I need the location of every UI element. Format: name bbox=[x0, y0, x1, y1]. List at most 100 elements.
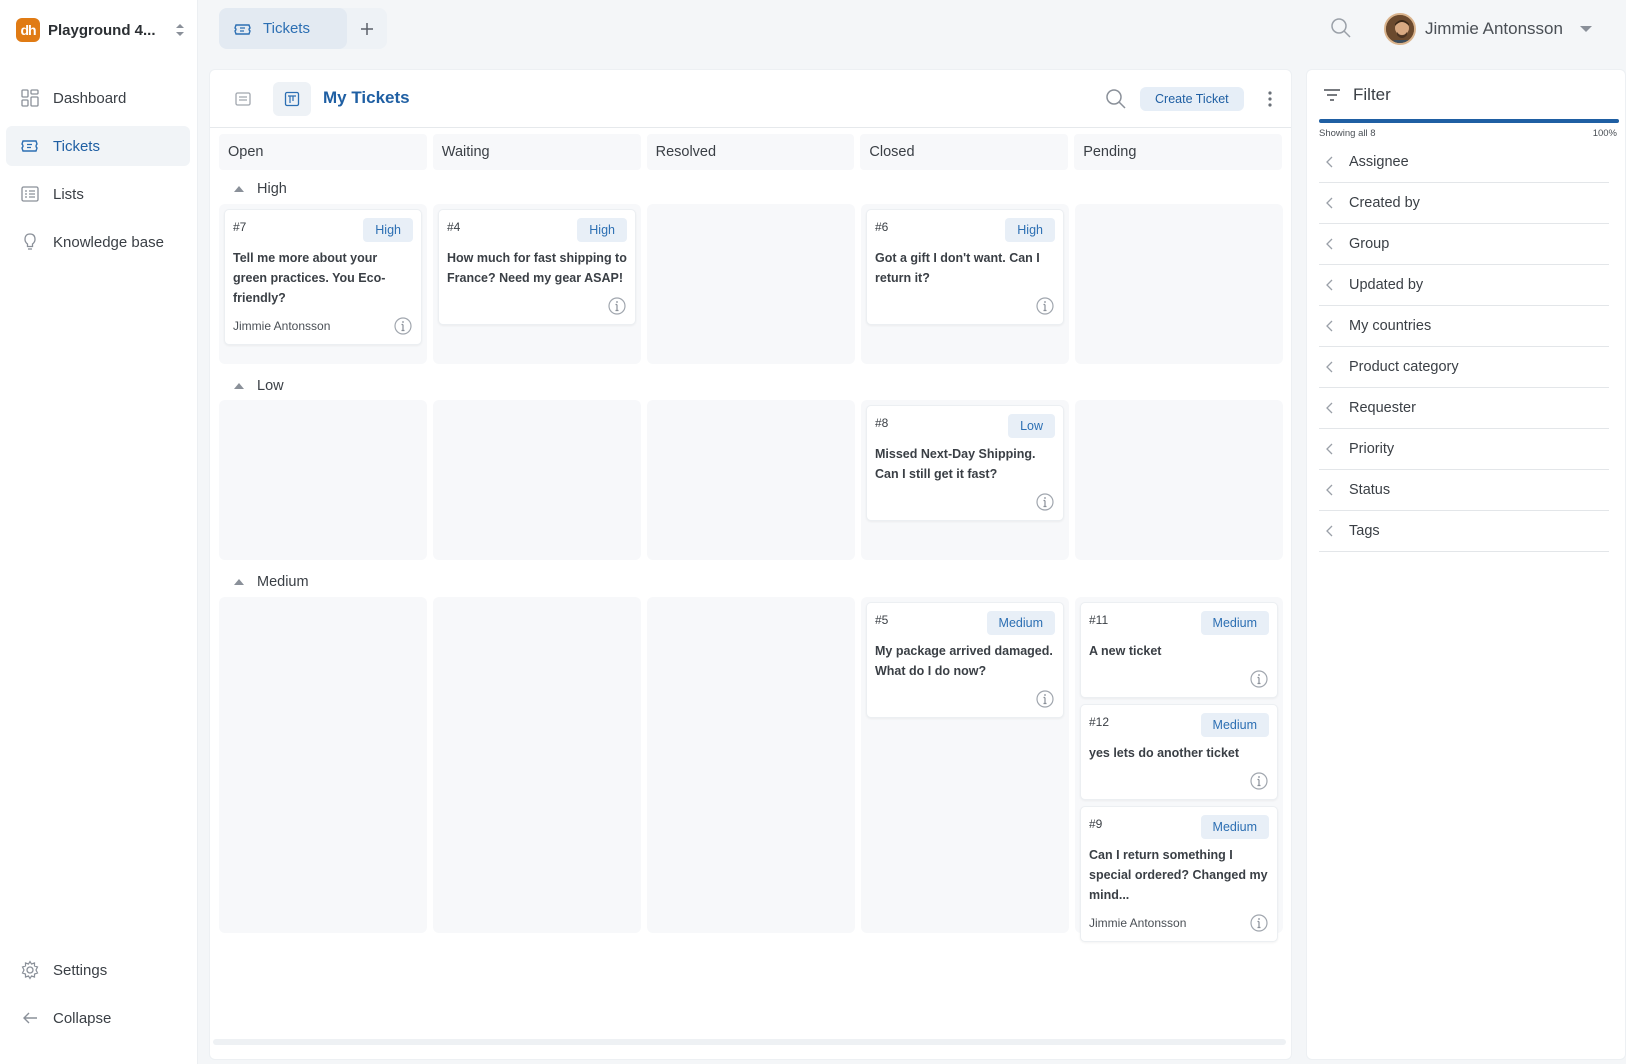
board-cell bbox=[219, 597, 427, 933]
horizontal-scrollbar[interactable] bbox=[213, 1039, 1286, 1045]
user-menu[interactable]: Jimmie Antonsson bbox=[1384, 12, 1593, 46]
filter-facet-requester[interactable]: Requester bbox=[1319, 388, 1609, 429]
info-icon[interactable] bbox=[1249, 913, 1269, 933]
group-toggle-low[interactable]: Low bbox=[233, 378, 284, 394]
ticket-assignee: Jimmie Antonsson bbox=[1089, 916, 1187, 930]
ticket-title: Can I return something I special ordered… bbox=[1089, 848, 1268, 902]
facet-label: Group bbox=[1349, 236, 1390, 252]
board-cell: #5 Medium My package arrived damaged. What… bbox=[861, 597, 1069, 933]
filter-facet-my-countries[interactable]: My countries bbox=[1319, 306, 1609, 347]
info-icon[interactable] bbox=[393, 316, 413, 336]
tickets-board-panel: My Tickets Create Ticket Open Waiting Reso… bbox=[209, 69, 1292, 1060]
sidebar-item-knowledge-base[interactable]: Knowledge base bbox=[6, 222, 190, 262]
sidebar-item-lists[interactable]: Lists bbox=[6, 174, 190, 214]
ticket-card[interactable]: #5 Medium My package arrived damaged. What… bbox=[866, 602, 1064, 718]
group-name: High bbox=[257, 181, 287, 197]
ticket-title: Tell me more about your green practices.… bbox=[233, 251, 386, 305]
filter-facet-product-category[interactable]: Product category bbox=[1319, 347, 1609, 388]
chevron-left-icon bbox=[1326, 443, 1333, 455]
board-cell bbox=[433, 400, 641, 560]
chevron-up-icon bbox=[234, 186, 244, 192]
avatar-portrait-icon bbox=[1386, 15, 1414, 43]
ticket-title: A new ticket bbox=[1089, 644, 1162, 658]
ticket-footer bbox=[875, 492, 1055, 512]
facet-label: Status bbox=[1349, 482, 1391, 498]
ticket-card[interactable]: #8 Low Missed Next-Day Shipping. Can I sti… bbox=[866, 405, 1064, 521]
sidebar-item-label: Collapse bbox=[53, 1009, 112, 1027]
board-cell bbox=[1075, 400, 1283, 560]
info-icon[interactable] bbox=[1249, 669, 1269, 689]
column-header-waiting: Waiting bbox=[432, 134, 641, 170]
column-header-resolved: Resolved bbox=[646, 134, 855, 170]
priority-badge: Low bbox=[1008, 414, 1055, 438]
search-icon[interactable] bbox=[1105, 88, 1127, 110]
tab-tickets[interactable]: Tickets bbox=[219, 8, 347, 49]
sidebar-item-label: Tickets bbox=[53, 137, 100, 155]
list-view-icon[interactable] bbox=[234, 90, 252, 108]
filter-header: Filter bbox=[1323, 85, 1391, 105]
info-icon[interactable] bbox=[1249, 771, 1269, 791]
info-icon[interactable] bbox=[1035, 296, 1055, 316]
ticket-card[interactable]: #7 High Tell me more about your green prac… bbox=[224, 209, 422, 345]
dashboard-icon bbox=[21, 89, 39, 107]
board-cell: #11 Medium A new ticket #12 Medium yes lets d… bbox=[1075, 597, 1283, 942]
facet-label: Assignee bbox=[1349, 154, 1409, 170]
filter-facet-status[interactable]: Status bbox=[1319, 470, 1609, 511]
sidebar-item-settings[interactable]: Settings bbox=[6, 950, 190, 990]
priority-badge: Medium bbox=[986, 611, 1055, 635]
ticket-card[interactable]: #6 High Got a gift I don't want. Can I ret… bbox=[866, 209, 1064, 325]
sidebar-item-collapse[interactable]: Collapse bbox=[6, 998, 190, 1038]
filter-facet-group[interactable]: Group bbox=[1319, 224, 1609, 265]
ticket-title: Missed Next-Day Shipping. Can I still ge… bbox=[875, 447, 1036, 481]
board-cell bbox=[433, 597, 641, 933]
ticket-card[interactable]: #12 Medium yes lets do another ticket bbox=[1080, 704, 1278, 800]
ticket-footer bbox=[875, 689, 1055, 709]
board-view-button[interactable] bbox=[273, 82, 311, 116]
sidebar-bottom-nav: Settings Collapse bbox=[6, 950, 190, 1046]
sidebar-item-tickets[interactable]: Tickets bbox=[6, 126, 190, 166]
add-tab-button[interactable] bbox=[347, 8, 387, 49]
ticket-card[interactable]: #9 Medium Can I return something I special… bbox=[1080, 806, 1278, 942]
filter-facet-assignee[interactable]: Assignee bbox=[1319, 142, 1609, 183]
filter-facet-updated-by[interactable]: Updated by bbox=[1319, 265, 1609, 306]
board-cell bbox=[219, 400, 427, 560]
facet-label: Requester bbox=[1349, 400, 1416, 416]
group-toggle-medium[interactable]: Medium bbox=[233, 574, 309, 590]
sidebar-item-dashboard[interactable]: Dashboard bbox=[6, 78, 190, 118]
swimlane-medium: #5 Medium My package arrived damaged. What… bbox=[219, 597, 1283, 942]
priority-badge: Medium bbox=[1200, 713, 1269, 737]
board-cell: #7 High Tell me more about your green prac… bbox=[219, 204, 427, 364]
user-name: Jimmie Antonsson bbox=[1425, 19, 1563, 38]
create-ticket-button[interactable]: Create Ticket bbox=[1140, 87, 1244, 111]
ticket-card[interactable]: #11 Medium A new ticket bbox=[1080, 602, 1278, 698]
chevron-left-icon bbox=[1326, 279, 1333, 291]
chevron-left-icon bbox=[1326, 525, 1333, 537]
board-header: My Tickets Create Ticket bbox=[210, 70, 1291, 128]
filter-facet-tags[interactable]: Tags bbox=[1319, 511, 1609, 552]
more-options-icon[interactable] bbox=[1265, 89, 1275, 109]
priority-badge: High bbox=[363, 218, 413, 242]
group-name: Low bbox=[257, 378, 284, 394]
filter-facet-created-by[interactable]: Created by bbox=[1319, 183, 1609, 224]
ticket-title: My package arrived damaged. What do I do… bbox=[875, 644, 1053, 678]
gear-icon bbox=[21, 960, 39, 980]
search-icon[interactable] bbox=[1330, 17, 1352, 39]
info-icon[interactable] bbox=[1035, 689, 1055, 709]
page-title: My Tickets bbox=[323, 88, 410, 107]
workspace-name: Playground 4... bbox=[48, 21, 156, 39]
ticket-card[interactable]: #4 High How much for fast shipping to Fran… bbox=[438, 209, 636, 325]
info-icon[interactable] bbox=[607, 296, 627, 316]
plus-icon bbox=[361, 22, 373, 35]
board-cell bbox=[647, 400, 855, 560]
group-toggle-high[interactable]: High bbox=[233, 181, 287, 197]
filter-facet-priority[interactable]: Priority bbox=[1319, 429, 1609, 470]
facet-label: Created by bbox=[1349, 195, 1420, 211]
chevron-left-icon bbox=[1326, 238, 1333, 250]
board-cell bbox=[1075, 204, 1283, 364]
ticket-footer: Jimmie Antonsson bbox=[1089, 913, 1269, 933]
workspace-switcher[interactable]: dh Playground 4... bbox=[16, 17, 186, 43]
filter-icon bbox=[1324, 89, 1340, 101]
info-icon[interactable] bbox=[1035, 492, 1055, 512]
sidebar-item-label: Knowledge base bbox=[53, 233, 164, 251]
ticket-title: yes lets do another ticket bbox=[1089, 746, 1240, 760]
